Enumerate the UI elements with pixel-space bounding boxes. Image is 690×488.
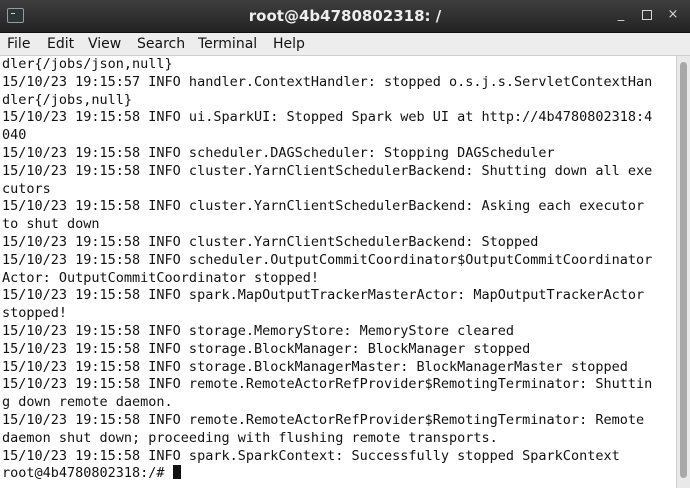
command-prompt-line[interactable]: root@4b4780802318:/# bbox=[0, 465, 676, 483]
maximize-icon bbox=[642, 10, 652, 20]
menu-terminal[interactable]: Terminal bbox=[198, 33, 257, 55]
menu-help[interactable]: Help bbox=[273, 33, 305, 55]
terminal-output[interactable]: dler{/jobs/json,null} 15/10/23 19:15:57 … bbox=[0, 56, 676, 488]
close-button[interactable]: × bbox=[664, 6, 682, 24]
scrollbar-thumb[interactable] bbox=[680, 62, 687, 478]
text-cursor bbox=[172, 465, 181, 480]
vertical-scrollbar[interactable] bbox=[676, 56, 690, 488]
terminal-line: 15/10/23 19:15:58 INFO scheduler.OutputC… bbox=[2, 251, 653, 268]
terminal-line: 15/10/23 19:15:58 INFO remote.RemoteActo… bbox=[2, 411, 645, 428]
terminal-line: 15/10/23 19:15:58 INFO spark.SparkContex… bbox=[2, 447, 620, 464]
terminal-window: root@4b4780802318: / _ × File Edit View … bbox=[0, 0, 690, 488]
terminal-line: 15/10/23 19:15:58 INFO spark.MapOutputTr… bbox=[2, 287, 645, 304]
terminal-line: g down remote daemon. bbox=[2, 394, 173, 411]
maximize-button[interactable] bbox=[638, 6, 656, 24]
terminal-line: stopped! bbox=[2, 305, 68, 322]
terminal-line: 15/10/23 19:15:58 INFO ui.SparkUI: Stopp… bbox=[2, 109, 653, 126]
terminal-line: 040 bbox=[2, 127, 27, 144]
terminal-line: daemon shut down; proceeding with flushi… bbox=[2, 429, 498, 446]
window-title: root@4b4780802318: / bbox=[248, 7, 442, 25]
terminal-line: 15/10/23 19:15:58 INFO storage.BlockMana… bbox=[2, 340, 531, 357]
terminal-line: dler{/jobs,null} bbox=[2, 91, 133, 108]
title-bar[interactable]: root@4b4780802318: / _ × bbox=[0, 0, 690, 33]
terminal-line: Actor: OutputCommitCoordinator stopped! bbox=[2, 269, 319, 286]
menu-edit[interactable]: Edit bbox=[47, 33, 74, 55]
terminal-line: to shut down bbox=[2, 216, 100, 233]
terminal-line: 15/10/23 19:15:57 INFO handler.ContextHa… bbox=[2, 73, 653, 90]
terminal-line: 15/10/23 19:15:58 INFO cluster.YarnClien… bbox=[2, 162, 653, 179]
menu-view[interactable]: View bbox=[88, 33, 121, 55]
shell-prompt: root@4b4780802318:/# bbox=[2, 465, 173, 482]
menu-search[interactable]: Search bbox=[137, 33, 185, 55]
terminal-line: 15/10/23 19:15:58 INFO storage.BlockMana… bbox=[2, 358, 628, 375]
terminal-line: cutors bbox=[2, 180, 51, 197]
terminal-line: 15/10/23 19:15:58 INFO remote.RemoteActo… bbox=[2, 376, 653, 393]
minimize-button[interactable]: _ bbox=[612, 6, 630, 24]
menu-bar: File Edit View Search Terminal Help bbox=[0, 33, 690, 56]
terminal-line: 15/10/23 19:15:58 INFO storage.MemorySto… bbox=[2, 322, 515, 339]
terminal-line: dler{/jobs/json,null} bbox=[2, 56, 173, 72]
menu-file[interactable]: File bbox=[7, 33, 30, 55]
terminal-line: 15/10/23 19:15:58 INFO cluster.YarnClien… bbox=[2, 198, 645, 215]
terminal-line: 15/10/23 19:15:58 INFO cluster.YarnClien… bbox=[2, 233, 539, 250]
terminal-line: 15/10/23 19:15:58 INFO scheduler.DAGSche… bbox=[2, 144, 555, 161]
